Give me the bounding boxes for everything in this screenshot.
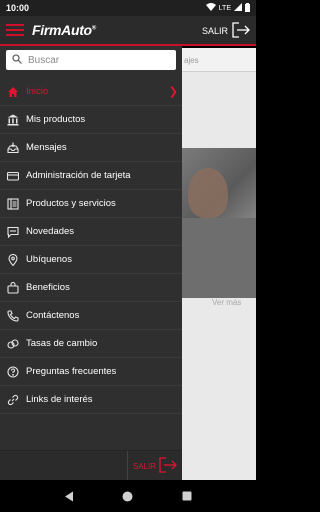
menu-item-ubiquenos[interactable]: Ubíquenos: [0, 246, 182, 274]
wifi-icon: [205, 3, 216, 13]
menu-item-tasas-cambio[interactable]: Tasas de cambio: [0, 330, 182, 358]
network-type: LTE: [218, 4, 231, 12]
inbox-icon: [6, 141, 20, 155]
logout-icon: [232, 22, 250, 40]
footer-exit-label: SALIR: [132, 461, 157, 471]
footer-exit-button[interactable]: SALIR: [128, 451, 182, 481]
menu-item-label: Contáctenos: [26, 310, 80, 321]
status-time: 10:00: [6, 3, 30, 13]
menu-item-mis-productos[interactable]: Mis productos: [0, 106, 182, 134]
app-header: FirmAuto® SALIR: [0, 16, 256, 46]
status-bar: 10:00 LTE: [0, 0, 256, 16]
menu-item-beneficios[interactable]: Beneficios: [0, 274, 182, 302]
system-navigation-bar: [0, 480, 256, 512]
brand-logo: FirmAuto®: [32, 22, 96, 38]
exchange-icon: [6, 337, 20, 351]
menu-item-administracion-tarjeta[interactable]: Administración de tarjeta: [0, 162, 182, 190]
header-exit-label: SALIR: [201, 26, 228, 36]
menu-item-label: Novedades: [26, 226, 75, 237]
menu-item-label: Mensajes: [26, 142, 67, 153]
card-icon: [6, 169, 20, 183]
menu-item-label: Administración de tarjeta: [26, 170, 131, 181]
menu-item-preguntas-frecuentes[interactable]: Preguntas frecuentes: [0, 358, 182, 386]
menu-item-label: Beneficios: [26, 282, 70, 293]
search-box[interactable]: [6, 50, 176, 70]
menu-item-novedades[interactable]: Novedades: [0, 218, 182, 246]
hamburger-menu-icon[interactable]: [6, 24, 24, 36]
menu-item-mensajes[interactable]: Mensajes: [0, 134, 182, 162]
menu-item-label: Productos y servicios: [26, 198, 116, 209]
home-circle-icon[interactable]: [116, 484, 140, 508]
navigation-drawer: Inicio ❯ Mis productos Mensajes Administ…: [0, 46, 182, 481]
location-pin-icon: [6, 253, 20, 267]
menu-item-label: Inicio: [26, 86, 49, 97]
battery-icon: [245, 2, 250, 14]
bag-icon: [6, 281, 20, 295]
menu-item-label: Tasas de cambio: [26, 338, 98, 349]
signal-icon: [234, 3, 242, 13]
link-icon: [6, 393, 20, 407]
catalog-icon: [6, 197, 20, 211]
chat-icon: [6, 225, 20, 239]
home-icon: [6, 85, 20, 99]
help-icon: [6, 365, 20, 379]
logout-icon: [159, 457, 177, 475]
menu-item-inicio[interactable]: Inicio ❯: [0, 78, 182, 106]
menu-item-productos-servicios[interactable]: Productos y servicios: [0, 190, 182, 218]
footer-spacer: [0, 451, 128, 481]
bank-icon: [6, 113, 20, 127]
menu-item-label: Links de interés: [26, 394, 93, 405]
search-input[interactable]: [28, 54, 168, 66]
background-tab: ajes: [182, 48, 256, 72]
menu-item-links-interes[interactable]: Links de interés: [0, 386, 182, 414]
header-exit-button[interactable]: SALIR: [202, 16, 250, 46]
menu-item-label: Preguntas frecuentes: [26, 366, 117, 377]
menu-item-contactenos[interactable]: Contáctenos: [0, 302, 182, 330]
recents-square-icon[interactable]: [175, 484, 199, 508]
background-more-link: Ver más: [212, 298, 242, 307]
menu-item-label: Mis productos: [26, 114, 86, 125]
phone-icon: [6, 309, 20, 323]
search-icon: [12, 51, 22, 69]
menu-list: Inicio ❯ Mis productos Mensajes Administ…: [0, 78, 182, 414]
chevron-right-icon: ❯: [168, 86, 178, 98]
drawer-footer: SALIR: [0, 450, 182, 481]
background-banner-image: [182, 148, 256, 298]
back-icon[interactable]: [57, 484, 81, 508]
menu-item-label: Ubíquenos: [26, 254, 72, 265]
